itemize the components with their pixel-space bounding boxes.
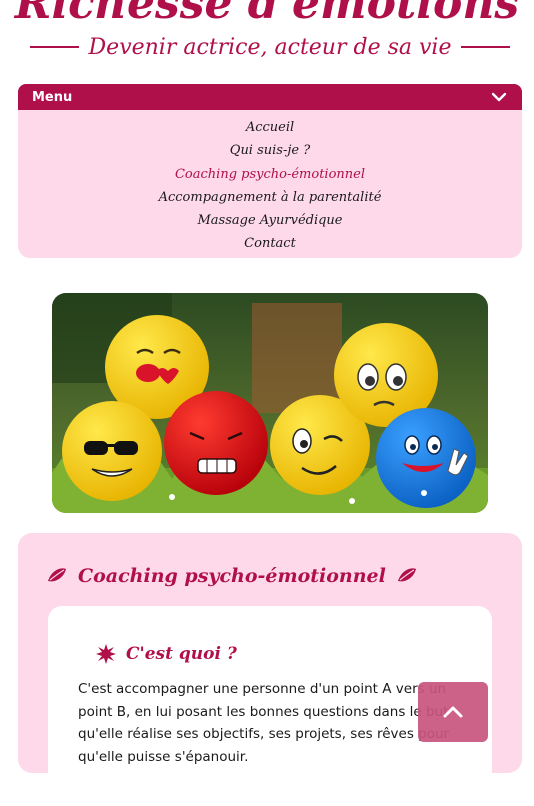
section-heading: Coaching psycho-émotionnel (46, 561, 506, 591)
site-title: Richesse d'émotions (14, 0, 520, 29)
chevron-up-icon (443, 706, 463, 718)
menu-item-parentalite[interactable]: Accompagnement à la parentalité (18, 186, 522, 209)
emoji-balls-photo (52, 293, 488, 513)
starburst-icon (96, 644, 116, 664)
section-title: Coaching psycho-émotionnel (78, 565, 386, 587)
leaf-icon (397, 568, 416, 582)
menu-item-qui-suis-je[interactable]: Qui suis-je ? (18, 139, 522, 162)
hero-image (52, 293, 488, 513)
card-title: C'est quoi ? (126, 644, 237, 664)
tagline-row: Devenir actrice, acteur de sa vie (30, 32, 510, 62)
card-heading: C'est quoi ? (96, 644, 237, 664)
card-text: C'est accompagner une personne d'un poin… (78, 681, 450, 765)
tagline: Devenir actrice, acteur de sa vie (88, 34, 452, 60)
menu-item-contact[interactable]: Contact (18, 232, 522, 255)
tagline-divider-right (461, 46, 510, 48)
scroll-to-top-button[interactable] (418, 682, 488, 742)
leaf-icon (48, 568, 66, 582)
menu-toggle-bar[interactable]: Menu (18, 84, 522, 110)
menu-list: Accueil Qui suis-je ? Coaching psycho-ém… (18, 110, 522, 256)
menu-panel: Accueil Qui suis-je ? Coaching psycho-ém… (18, 110, 522, 258)
menu-item-massage[interactable]: Massage Ayurvédique (18, 209, 522, 232)
chevron-down-icon[interactable] (490, 88, 508, 106)
tagline-divider-left (30, 46, 79, 48)
menu-item-coaching[interactable]: Coaching psycho-émotionnel (18, 163, 522, 186)
menu-label: Menu (32, 89, 73, 105)
menu-item-accueil[interactable]: Accueil (18, 116, 522, 139)
